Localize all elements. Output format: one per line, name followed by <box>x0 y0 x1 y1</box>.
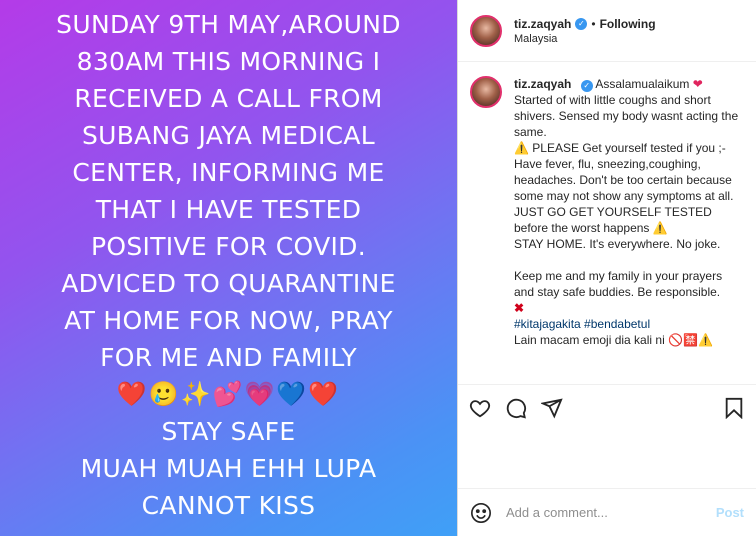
story-line: THAT I HAVE TESTED <box>95 195 362 224</box>
caption-paragraph: PLEASE Get yourself tested if you ;- Hav… <box>514 141 734 235</box>
story-line: CANNOT KISS <box>141 491 316 520</box>
verified-badge-icon: ✓ <box>580 80 593 92</box>
story-line: FOR ME AND FAMILY <box>100 343 357 372</box>
bookmark-icon[interactable] <box>722 396 746 420</box>
story-line: SUNDAY 9TH MAY,AROUND <box>56 10 401 39</box>
following-button[interactable]: Following <box>600 17 656 31</box>
comment-input[interactable] <box>504 504 716 521</box>
hashtags[interactable]: #kitajagakita #bendabetul <box>514 317 650 331</box>
story-line: CENTER, INFORMING ME <box>72 158 385 187</box>
story-line: MUAH MUAH EHH LUPA <box>80 454 377 483</box>
story-image: SUNDAY 9TH MAY,AROUND 830AM THIS MORNING … <box>0 0 457 536</box>
caption-text: tiz.zaqyah ✓ Assalamualaikum ❤ Started o… <box>514 76 744 384</box>
warning-icon: ⚠️ <box>514 141 529 155</box>
verified-badge-icon: ✓ <box>575 17 588 30</box>
post-modal: SUNDAY 9TH MAY,AROUND 830AM THIS MORNING … <box>0 0 756 536</box>
red-heart-icon: ❤ <box>692 77 703 91</box>
comment-icon[interactable] <box>504 396 528 420</box>
caption-paragraph: Keep me and my family in your prayers an… <box>514 269 723 299</box>
caption-greeting: Assalamualaikum <box>595 77 690 91</box>
caption-paragraph: Started of with little coughs and short … <box>514 93 739 139</box>
caption-avatar[interactable] <box>470 76 502 108</box>
share-icon[interactable] <box>540 396 564 420</box>
heart-icon[interactable] <box>468 396 492 420</box>
header-username[interactable]: tiz.zaqyah <box>514 17 571 31</box>
add-comment-bar: Post <box>458 488 756 536</box>
caption-paragraph: Lain macam emoji dia kali ni 🚫🈲⚠️ <box>514 333 713 347</box>
caption-username[interactable]: tiz.zaqyah <box>514 77 571 91</box>
post-side-panel: tiz.zaqyah ✓ • Following Malaysia tiz.za… <box>457 0 756 536</box>
caption-paragraph: STAY HOME. It's everywhere. No joke. <box>514 237 721 251</box>
warning-icon: ⚠️ <box>652 221 668 235</box>
story-text-after: STAY SAFE MUAH MUAH EHH LUPA CANNOT KISS <box>81 413 377 524</box>
cross-mark-icon: ✖ <box>514 301 525 315</box>
story-line: STAY SAFE <box>161 417 296 446</box>
avatar[interactable] <box>470 14 502 47</box>
post-header: tiz.zaqyah ✓ • Following Malaysia <box>458 0 756 62</box>
story-line: ADVICED TO QUARANTINE <box>61 269 396 298</box>
location-link[interactable]: Malaysia <box>514 33 656 45</box>
caption-area: tiz.zaqyah ✓ Assalamualaikum ❤ Started o… <box>458 62 756 384</box>
story-text: SUNDAY 9TH MAY,AROUND 830AM THIS MORNING … <box>56 6 401 376</box>
story-line: AT HOME FOR NOW, PRAY <box>64 306 393 335</box>
separator-dot: • <box>591 16 596 31</box>
action-bar <box>458 384 756 430</box>
post-button[interactable]: Post <box>716 505 744 520</box>
story-line: 830AM THIS MORNING I <box>76 47 381 76</box>
story-line: RECEIVED A CALL FROM <box>74 84 383 113</box>
story-line: POSITIVE FOR COVID. <box>91 232 366 261</box>
story-line: SUBANG JAYA MEDICAL <box>81 121 376 150</box>
smile-icon[interactable] <box>470 502 492 524</box>
story-emojis: ❤️🥲✨💕💗💙❤️ <box>116 381 341 408</box>
